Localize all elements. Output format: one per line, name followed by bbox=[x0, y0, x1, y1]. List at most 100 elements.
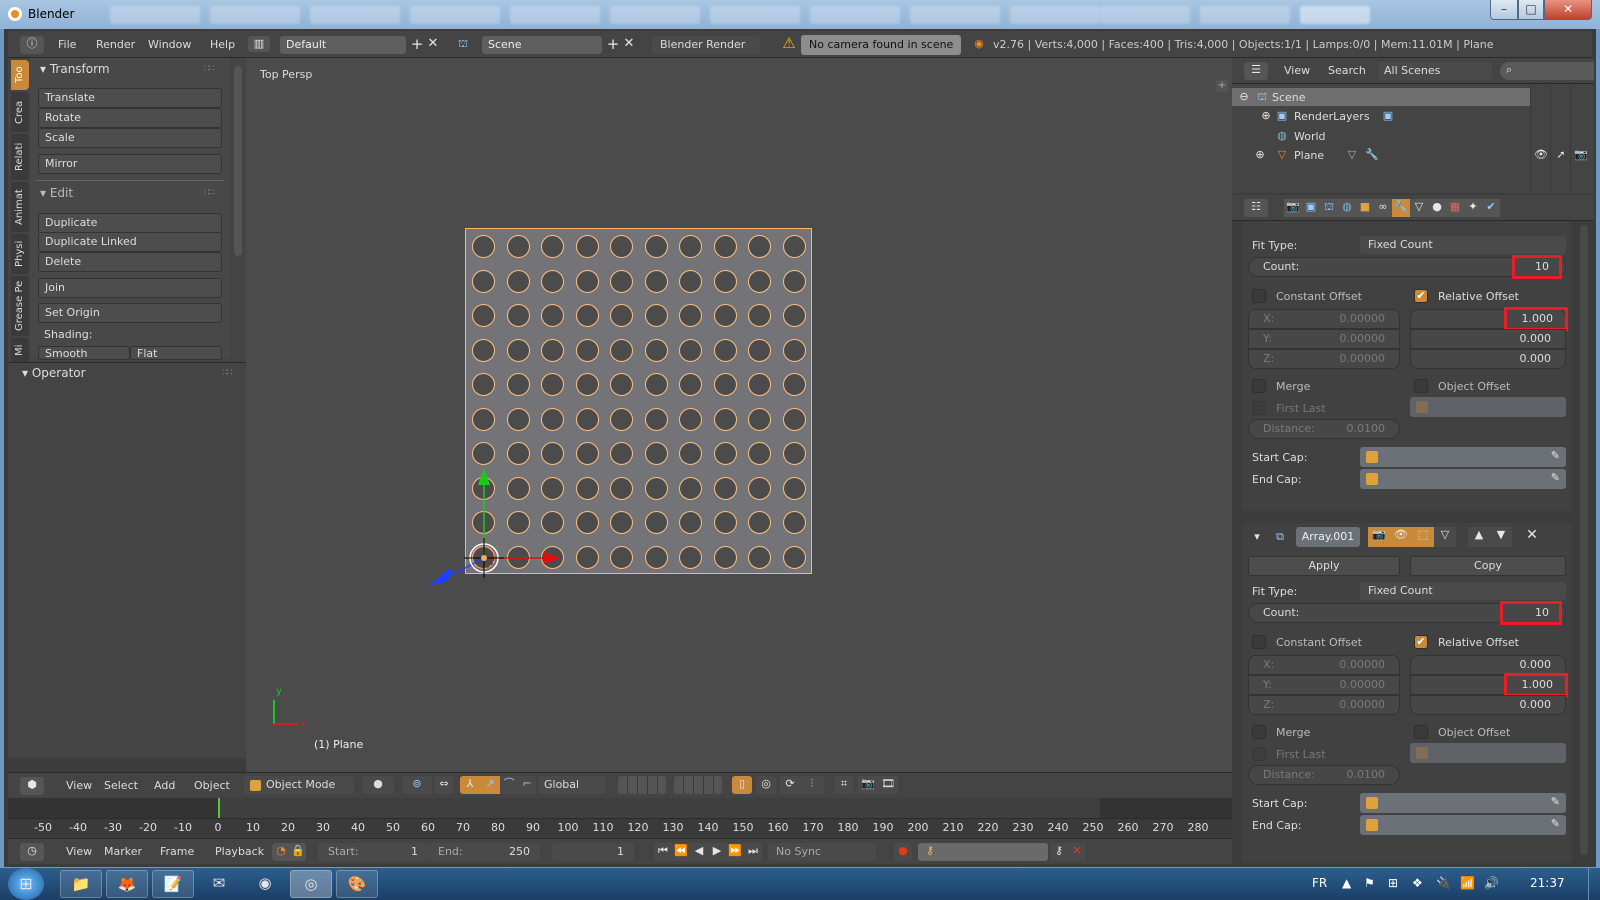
x-arrow-head-icon[interactable] bbox=[544, 552, 561, 564]
3d-viewport[interactable]: Top Persp + y x (1) Plane bbox=[246, 58, 1232, 772]
screen-layout-icon[interactable]: ▥ bbox=[248, 36, 270, 52]
modifiers-tab-icon[interactable]: 🔧 bbox=[1392, 199, 1410, 217]
first-last-checkbox[interactable] bbox=[1252, 401, 1266, 415]
move-up-icon[interactable]: ▲ bbox=[1468, 527, 1490, 547]
constraints-tab-icon[interactable]: ∞ bbox=[1374, 199, 1392, 217]
outliner-item-renderlayers[interactable]: RenderLayers bbox=[1294, 110, 1370, 123]
chrome-taskbar-icon[interactable]: ◉ bbox=[244, 870, 286, 898]
lock-range-icon[interactable]: 🔒 bbox=[290, 843, 306, 861]
constant-z-field[interactable]: Z: 0.00000 bbox=[1248, 349, 1400, 369]
snap-target-icon[interactable]: ⌗ bbox=[834, 776, 854, 794]
remove-layout-icon[interactable]: ✕ bbox=[426, 36, 440, 52]
constant-y-field[interactable]: Y: 0.00000 bbox=[1248, 329, 1400, 349]
flat-button[interactable]: Flat bbox=[130, 346, 222, 360]
smooth-button[interactable]: Smooth bbox=[38, 346, 130, 360]
play-icon[interactable]: ▶ bbox=[708, 843, 726, 861]
clock[interactable]: 21:37 bbox=[1530, 876, 1565, 890]
manipulator-toggle-icon[interactable]: ⇔ bbox=[434, 776, 454, 794]
pivot-point-select[interactable]: ⊚ bbox=[402, 776, 432, 794]
insert-keyframe-icon[interactable]: ⚷ bbox=[1050, 843, 1068, 861]
delete-button[interactable]: Delete bbox=[38, 252, 222, 272]
mesh-data-icon[interactable]: ▽ bbox=[1344, 147, 1360, 163]
start-button[interactable]: ⊞ bbox=[8, 868, 44, 900]
transform-panel-header[interactable]: ▾ Transform bbox=[40, 62, 110, 76]
jump-keyframe-back-icon[interactable]: ⏪ bbox=[672, 843, 690, 861]
scene-icon[interactable]: ⛫ bbox=[452, 36, 474, 52]
transform-orientation-select[interactable]: Global bbox=[538, 776, 606, 794]
collapse-icon[interactable]: ⊖ bbox=[1238, 89, 1250, 105]
copy-button[interactable]: Copy bbox=[1410, 556, 1566, 576]
relative-offset-checkbox[interactable]: ✔ bbox=[1414, 635, 1428, 649]
end-cap-field[interactable]: ✎ bbox=[1360, 469, 1566, 489]
jump-keyframe-forward-icon[interactable]: ⏩ bbox=[726, 843, 744, 861]
scale-button[interactable]: Scale bbox=[38, 128, 222, 148]
dropbox-icon[interactable]: ❖ bbox=[1412, 876, 1423, 890]
end-frame-field[interactable]: End: 250 bbox=[428, 843, 540, 861]
render-tab-icon[interactable]: 📷 bbox=[1284, 199, 1302, 217]
manipulator-extra-icon[interactable]: ⌐ bbox=[518, 776, 536, 794]
world-tab-icon[interactable]: ◍ bbox=[1338, 199, 1356, 217]
network-signal-icon[interactable]: 📶 bbox=[1460, 876, 1475, 890]
info-editor-icon[interactable]: ⓘ bbox=[20, 36, 44, 54]
timeline-menu-frame[interactable]: Frame bbox=[160, 845, 194, 858]
menu-select[interactable]: Select bbox=[104, 779, 138, 792]
scene-field[interactable]: Scene bbox=[482, 36, 602, 54]
jump-end-icon[interactable]: ⏭ bbox=[744, 843, 762, 861]
paint-taskbar-icon[interactable]: 🎨 bbox=[336, 870, 378, 898]
outliner-editor-icon[interactable]: ☰ bbox=[1244, 62, 1268, 80]
windows-icon[interactable]: ⊞ bbox=[1388, 876, 1398, 890]
start-cap-field[interactable]: ✎ bbox=[1360, 447, 1566, 467]
material-tab-icon[interactable]: ● bbox=[1428, 199, 1446, 217]
first-last-checkbox[interactable] bbox=[1252, 747, 1266, 761]
timeline-ruler[interactable]: -50 -40 -30 -20 -10 0 10 20 30 40 50 60 70 80 90 100 110… bbox=[8, 818, 1232, 836]
panel-grip-icon[interactable]: ∷∷ bbox=[222, 368, 233, 378]
outliner-menu-view[interactable]: View bbox=[1284, 64, 1310, 77]
properties-editor-icon[interactable]: ☷ bbox=[1244, 199, 1268, 217]
apply-button[interactable]: Apply bbox=[1248, 556, 1400, 576]
layout-field[interactable]: Default bbox=[280, 36, 406, 54]
expand-icon[interactable]: ⊕ bbox=[1254, 147, 1266, 163]
snap-element-select[interactable]: ⫶ bbox=[800, 776, 824, 794]
modifier-name-field[interactable]: Array.001 bbox=[1296, 527, 1360, 547]
relative-z-field[interactable]: 0.000 bbox=[1410, 349, 1566, 369]
remove-modifier-icon[interactable]: ✕ bbox=[1522, 527, 1542, 543]
add-scene-icon[interactable]: + bbox=[606, 36, 620, 52]
menu-add[interactable]: Add bbox=[154, 779, 175, 792]
sync-mode-select[interactable]: No Sync bbox=[768, 843, 876, 861]
tab-animation[interactable]: Animat bbox=[11, 182, 29, 232]
timeline-editor-icon[interactable]: ◷ bbox=[20, 843, 44, 861]
transform-gizmo[interactable] bbox=[246, 58, 1232, 772]
count-value-highlight[interactable]: 10 bbox=[1500, 601, 1562, 625]
operator-panel-header[interactable]: ▾ Operator bbox=[22, 366, 86, 380]
merge-checkbox[interactable] bbox=[1252, 379, 1266, 393]
constant-x-field[interactable]: X: 0.00000 bbox=[1248, 655, 1400, 675]
outliner-menu-search[interactable]: Search bbox=[1328, 64, 1366, 77]
tab-grease-pencil[interactable]: Grease Pe bbox=[11, 276, 29, 336]
play-reverse-icon[interactable]: ◀ bbox=[690, 843, 708, 861]
timeline-menu-view[interactable]: View bbox=[66, 845, 92, 858]
tab-misc[interactable]: Mi bbox=[11, 338, 29, 362]
set-origin-select[interactable]: Set Origin bbox=[38, 303, 222, 323]
data-tab-icon[interactable]: ▽ bbox=[1410, 199, 1428, 217]
duplicate-linked-button[interactable]: Duplicate Linked bbox=[38, 232, 222, 252]
outliner-item-scene[interactable]: Scene bbox=[1272, 91, 1306, 104]
merge-checkbox[interactable] bbox=[1252, 725, 1266, 739]
viewport-toggle-icon[interactable]: 👁 bbox=[1390, 527, 1412, 547]
editmode-toggle-icon[interactable]: ⬚ bbox=[1412, 527, 1434, 547]
editor-type-icon[interactable]: ⬢ bbox=[20, 777, 44, 795]
offset-object-field[interactable] bbox=[1410, 397, 1566, 417]
menu-object[interactable]: Object bbox=[194, 779, 230, 792]
panel-grip-icon[interactable]: ∷∷ bbox=[204, 188, 215, 198]
relative-z-field[interactable]: 0.000 bbox=[1410, 695, 1566, 715]
join-button[interactable]: Join bbox=[38, 278, 222, 298]
snap-toggle-icon[interactable]: ⟳ bbox=[780, 776, 800, 794]
relative-x-highlight[interactable]: 1.000 bbox=[1504, 307, 1568, 331]
eyedropper-icon[interactable]: ✎ bbox=[1551, 817, 1560, 830]
render-layers-tab-icon[interactable]: ▣ bbox=[1302, 199, 1320, 217]
power-icon[interactable]: 🔌 bbox=[1436, 876, 1451, 890]
proportional-edit-icon[interactable]: ◎ bbox=[756, 776, 776, 794]
offset-object-field[interactable] bbox=[1410, 743, 1566, 763]
minimize-button[interactable]: – bbox=[1490, 0, 1518, 20]
auto-keying-record-icon[interactable]: ● bbox=[894, 843, 912, 861]
render-animation-icon[interactable]: 🎞 bbox=[878, 776, 898, 794]
